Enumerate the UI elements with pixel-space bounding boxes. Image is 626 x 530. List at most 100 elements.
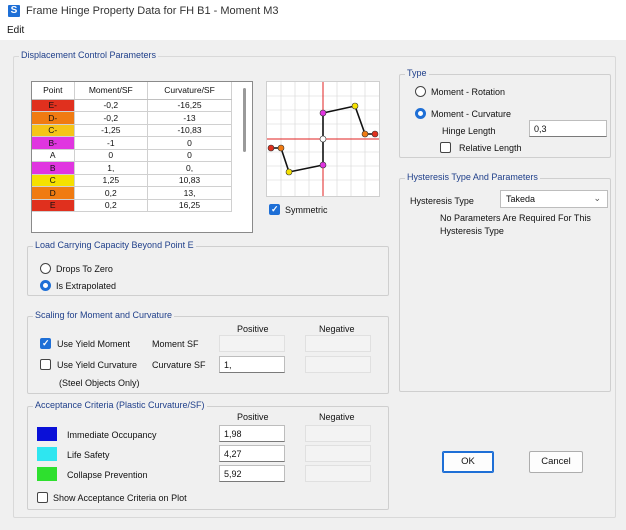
- immediate-occupancy-positive-input[interactable]: 1,98: [219, 425, 285, 442]
- table-row[interactable]: C- -1,25 -10,83: [32, 124, 232, 137]
- point-cell[interactable]: C: [32, 174, 75, 187]
- curvature-cell[interactable]: -10,83: [147, 124, 232, 137]
- hysteresis-legend: Hysteresis Type And Parameters: [405, 172, 540, 182]
- col-point: Point: [32, 82, 75, 100]
- scaling-positive-header: Positive: [237, 324, 269, 334]
- moment-rotation-label: Moment - Rotation: [431, 87, 506, 97]
- curvature-cell[interactable]: 0: [147, 136, 232, 150]
- table-row[interactable]: E 0,2 16,25: [32, 199, 232, 212]
- col-curvature: Curvature/SF: [147, 82, 232, 100]
- menu-bar: Edit: [0, 22, 626, 40]
- drops-to-zero-label: Drops To Zero: [56, 264, 113, 274]
- curvature-cell[interactable]: 16,25: [147, 199, 232, 212]
- is-extrapolated-label: Is Extrapolated: [56, 281, 117, 291]
- moment-sf-positive-input[interactable]: [219, 335, 285, 352]
- cancel-button[interactable]: Cancel: [529, 451, 583, 473]
- relative-length-label: Relative Length: [459, 143, 522, 153]
- acceptance-positive-header: Positive: [237, 412, 269, 422]
- immediate-occupancy-negative-input[interactable]: [305, 425, 371, 442]
- life-safety-swatch[interactable]: [37, 447, 57, 461]
- hinge-length-input[interactable]: 0,3: [529, 120, 607, 137]
- menu-edit[interactable]: Edit: [7, 25, 24, 36]
- hysteresis-note-line1: No Parameters Are Required For This: [440, 213, 591, 223]
- table-row[interactable]: E- -0,2 -16,25: [32, 99, 232, 112]
- acceptance-negative-header: Negative: [319, 412, 355, 422]
- steel-objects-note: (Steel Objects Only): [59, 378, 140, 388]
- curvature-sf-label: Curvature SF: [152, 360, 206, 370]
- collapse-prevention-swatch[interactable]: [37, 467, 57, 481]
- moment-cell[interactable]: -0,2: [74, 99, 149, 112]
- moment-cell[interactable]: 1,25: [74, 174, 149, 187]
- chevron-down-icon: ⌄: [593, 193, 601, 203]
- curvature-cell[interactable]: 13,: [147, 186, 232, 200]
- point-d-minus: [277, 144, 285, 152]
- table-row[interactable]: B- -1 0: [32, 136, 232, 150]
- point-c: [351, 102, 359, 110]
- point-e-minus: [267, 144, 275, 152]
- point-cell[interactable]: D: [32, 186, 75, 200]
- curvature-sf-positive-input[interactable]: 1,: [219, 356, 285, 373]
- relative-length-checkbox[interactable]: [440, 142, 451, 153]
- points-table[interactable]: Point Moment/SF Curvature/SF E- -0,2 -16,2…: [31, 81, 253, 233]
- table-row[interactable]: C 1,25 10,83: [32, 174, 232, 187]
- table-row[interactable]: D- -0,2 -13: [32, 111, 232, 125]
- point-cell[interactable]: E: [32, 199, 75, 212]
- curvature-sf-negative-input[interactable]: [305, 356, 371, 373]
- scrollbar-thumb[interactable]: [243, 88, 246, 152]
- moment-cell[interactable]: 1,: [74, 161, 149, 175]
- moment-cell[interactable]: -1,25: [74, 124, 149, 137]
- scaling-legend: Scaling for Moment and Curvature: [33, 310, 175, 320]
- moment-cell[interactable]: -0,2: [74, 111, 149, 125]
- table-scrollbar[interactable]: [241, 86, 249, 226]
- symmetric-checkbox[interactable]: [269, 204, 280, 215]
- point-a: [319, 135, 327, 143]
- curvature-cell[interactable]: -16,25: [147, 99, 232, 112]
- moment-cell[interactable]: 0,2: [74, 199, 149, 212]
- point-cell[interactable]: A: [32, 149, 75, 162]
- show-acceptance-on-plot-checkbox[interactable]: [37, 492, 48, 503]
- use-yield-curvature-checkbox[interactable]: [40, 359, 51, 370]
- displacement-legend: Displacement Control Parameters: [19, 50, 159, 60]
- hysteresis-type-select[interactable]: Takeda ⌄: [500, 190, 608, 208]
- collapse-prevention-negative-input[interactable]: [305, 465, 371, 482]
- point-cell[interactable]: B-: [32, 136, 75, 150]
- moment-sf-negative-input[interactable]: [305, 335, 371, 352]
- point-cell[interactable]: C-: [32, 124, 75, 137]
- moment-rotation-radio[interactable]: [415, 86, 426, 97]
- moment-curvature-radio[interactable]: [415, 108, 426, 119]
- point-cell[interactable]: E-: [32, 99, 75, 112]
- backbone-plot: [266, 81, 380, 197]
- immediate-occupancy-swatch[interactable]: [37, 427, 57, 441]
- hysteresis-note-line2: Hysteresis Type: [440, 226, 504, 236]
- moment-cell[interactable]: -1: [74, 136, 149, 150]
- life-safety-positive-input[interactable]: 4,27: [219, 445, 285, 462]
- moment-cell[interactable]: 0: [74, 149, 149, 162]
- point-b: [319, 109, 327, 117]
- curvature-cell[interactable]: 0: [147, 149, 232, 162]
- use-yield-moment-checkbox[interactable]: [40, 338, 51, 349]
- curvature-cell[interactable]: 10,83: [147, 174, 232, 187]
- point-b-minus: [319, 161, 327, 169]
- symmetric-label: Symmetric: [285, 205, 328, 215]
- use-yield-moment-label: Use Yield Moment: [57, 339, 131, 349]
- point-cell[interactable]: D-: [32, 111, 75, 125]
- moment-sf-label: Moment SF: [152, 339, 199, 349]
- hinge-length-label: Hinge Length: [442, 126, 496, 136]
- moment-cell[interactable]: 0,2: [74, 186, 149, 200]
- life-safety-negative-input[interactable]: [305, 445, 371, 462]
- point-cell[interactable]: B: [32, 161, 75, 175]
- hysteresis-type-value: Takeda: [506, 194, 536, 204]
- collapse-prevention-positive-input[interactable]: 5,92: [219, 465, 285, 482]
- table-row[interactable]: B 1, 0,: [32, 161, 232, 175]
- ok-button[interactable]: OK: [442, 451, 494, 473]
- curvature-cell[interactable]: -13: [147, 111, 232, 125]
- table-row[interactable]: A00: [32, 149, 232, 162]
- curvature-cell[interactable]: 0,: [147, 161, 232, 175]
- drops-to-zero-radio[interactable]: [40, 263, 51, 274]
- table-row[interactable]: D 0,2 13,: [32, 186, 232, 200]
- hysteresis-type-label: Hysteresis Type: [410, 196, 474, 206]
- window-title: Frame Hinge Property Data for FH B1 - Mo…: [26, 5, 279, 17]
- hysteresis-group: [399, 178, 611, 392]
- is-extrapolated-radio[interactable]: [40, 280, 51, 291]
- backbone-curve-svg: [267, 82, 379, 196]
